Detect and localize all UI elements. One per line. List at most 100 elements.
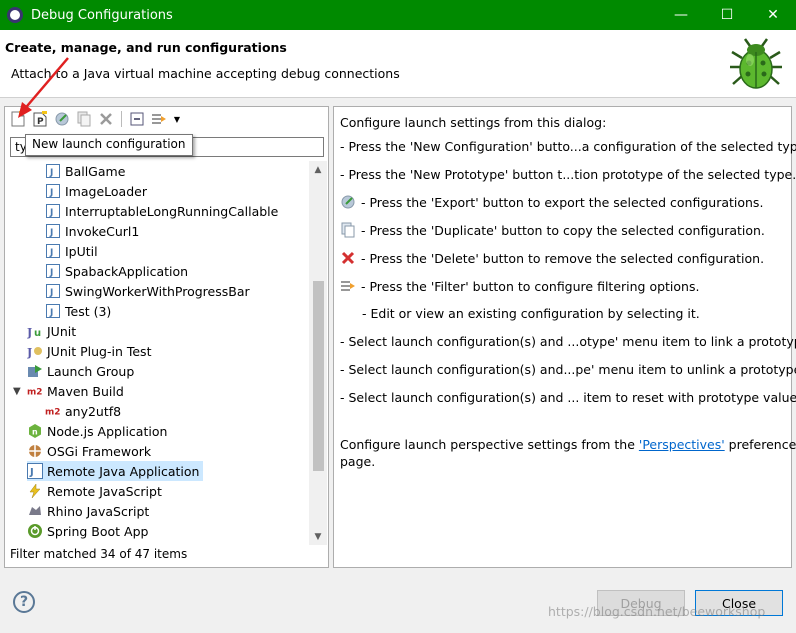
help-line-new-prototype: - Press the 'New Prototype' button t...t… [340, 167, 796, 182]
tree-item[interactable]: Rhino JavaScript [27, 501, 149, 521]
minimize-button[interactable]: — [658, 0, 704, 30]
perspective-settings-text: Configure launch perspective settings fr… [340, 437, 796, 452]
new-file-icon [11, 111, 25, 127]
help-line-delete: - Press the 'Delete' button to remove th… [340, 250, 764, 266]
configuration-tree-pane: P ▼ ty New launch configuration J BallGa… [4, 106, 329, 568]
configuration-help-pane: Configure launch settings from this dial… [333, 106, 796, 568]
tree-item-label: Test (3) [65, 303, 112, 319]
close-window-button[interactable]: ✕ [750, 0, 796, 30]
export-icon [55, 112, 69, 126]
tree-item[interactable]: J SwingWorkerWithProgressBar [45, 281, 250, 301]
help-line-text: - Press the 'Filter' button to configure… [361, 278, 700, 294]
window-title: Debug Configurations [31, 7, 173, 23]
collapse-all-button[interactable] [128, 110, 146, 128]
help-icon[interactable]: ? [13, 591, 35, 613]
help-line-duplicate: - Press the 'Duplicate' button to copy t… [340, 222, 765, 238]
chevron-down-icon: ▼ [173, 114, 181, 124]
filter-icon [340, 278, 356, 294]
filter-button[interactable] [150, 110, 168, 128]
perspectives-link[interactable]: 'Perspectives' [639, 437, 725, 452]
filter-status-text: Filter matched 34 of 47 items [10, 547, 188, 561]
svg-text:P: P [37, 117, 44, 127]
help-intro: Configure launch settings from this dial… [340, 115, 607, 130]
help-line-link-prototype: - Select launch configuration(s) and ...… [340, 334, 796, 349]
help-line-text: - Select launch configuration(s) and ...… [340, 390, 796, 405]
tree-item[interactable]: J Test (3) [45, 301, 111, 321]
tree-item[interactable]: J ImageLoader [45, 181, 147, 201]
help-line-text: - Press the 'Duplicate' button to copy t… [361, 222, 765, 238]
scroll-up-arrow-icon[interactable]: ▲ [309, 161, 327, 178]
dialog-header: Create, manage, and run configurations A… [0, 30, 796, 98]
delete-icon [100, 113, 112, 125]
tree-item-label: InterruptableLongRunningCallable [65, 203, 279, 219]
tree-item[interactable]: J SpabackApplication [45, 261, 188, 281]
new-launch-configuration-button[interactable] [9, 110, 27, 128]
duplicate-button[interactable] [75, 110, 93, 128]
svg-text:J: J [49, 188, 53, 198]
help-line-unlink-prototype: - Select launch configuration(s) and...p… [340, 362, 796, 377]
svg-text:J: J [49, 308, 53, 318]
java-class-icon: J [45, 203, 61, 219]
tree-item-label: OSGi Framework [47, 443, 152, 459]
help-line-edit: - Edit or view an existing configuration… [362, 306, 700, 321]
tree-item-label: Launch Group [47, 363, 135, 379]
tree-item[interactable]: J IpUtil [45, 241, 98, 261]
watermark-text: https://blog.csdn.net/beeworkshop [548, 604, 766, 619]
spring-boot-icon [27, 523, 43, 539]
tree-item[interactable]: J JUnit Plug-in Test [27, 341, 151, 361]
tree-item[interactable]: n Node.js Application [27, 421, 167, 441]
scroll-down-arrow-icon[interactable]: ▼ [309, 528, 327, 545]
export-button[interactable] [53, 110, 71, 128]
junit-plugin-icon: J [27, 343, 43, 359]
new-launch-configuration-tooltip: New launch configuration [25, 134, 193, 156]
tree-item[interactable]: Spring Boot App [27, 521, 148, 541]
expand-chevron-icon[interactable]: ▼ [13, 386, 25, 397]
tree-item-label: IpUtil [65, 243, 98, 259]
help-line-text: - Press the 'Delete' button to remove th… [361, 250, 765, 266]
title-bar: Debug Configurations — ☐ ✕ [0, 0, 796, 30]
tree-item[interactable]: J BallGame [45, 161, 125, 181]
tree-item-label: InvokeCurl1 [65, 223, 140, 239]
tree-item[interactable]: J InterruptableLongRunningCallable [45, 201, 278, 221]
tree-item[interactable]: J InvokeCurl1 [45, 221, 139, 241]
new-prototype-button[interactable]: P [31, 110, 49, 128]
tree-item-label: Maven Build [47, 383, 124, 399]
svg-text:J: J [49, 228, 53, 238]
tree-item-label: Remote JavaScript [47, 483, 162, 499]
tree-item-label: Remote Java Application [47, 463, 200, 479]
help-line-text: - Press the 'New Configuration' butto...… [340, 139, 796, 154]
java-class-icon: J [45, 243, 61, 259]
help-line-filter: - Press the 'Filter' button to configure… [340, 278, 699, 294]
svg-text:n: n [32, 428, 38, 437]
svg-text:u: u [34, 328, 41, 339]
export-icon [340, 194, 356, 210]
tree-scrollbar[interactable]: ▲ ▼ [309, 161, 327, 545]
java-class-icon: J [45, 223, 61, 239]
duplicate-icon [340, 222, 356, 238]
tree-item[interactable]: Launch Group [27, 361, 134, 381]
delete-button[interactable] [97, 110, 115, 128]
svg-text:J: J [49, 208, 53, 218]
tree-item-label: Spring Boot App [47, 523, 149, 539]
tree-item[interactable]: Remote JavaScript [27, 481, 162, 501]
help-line-text: - Select launch configuration(s) and...p… [340, 362, 796, 377]
svg-text:J: J [49, 268, 53, 278]
tree-item[interactable]: Ju JUnit [27, 321, 76, 341]
maximize-button[interactable]: ☐ [704, 0, 750, 30]
configuration-tree[interactable]: J BallGame J ImageLoader J InterruptableLongR… [5, 161, 309, 545]
rhino-icon [27, 503, 43, 519]
help-line-text: - Press the 'Export' button to export th… [361, 194, 764, 210]
header-title: Create, manage, and run configurations [5, 40, 287, 55]
help-line-text: - Select launch configuration(s) and ...… [340, 334, 796, 349]
duplicate-icon [77, 111, 91, 127]
tree-item-label: JUnit Plug-in Test [47, 343, 152, 359]
tree-item[interactable]: m2 any2utf8 [45, 401, 121, 421]
launch-group-icon [27, 363, 43, 379]
new-prototype-icon: P [33, 111, 47, 127]
nodejs-icon: n [27, 423, 43, 439]
view-menu-dropdown[interactable]: ▼ [172, 110, 182, 128]
tree-item[interactable]: ▼ m2 Maven Build [13, 381, 124, 401]
tree-item[interactable]: J Remote Java Application [27, 461, 204, 481]
scrollbar-thumb[interactable] [313, 281, 324, 471]
tree-item[interactable]: OSGi Framework [27, 441, 151, 461]
